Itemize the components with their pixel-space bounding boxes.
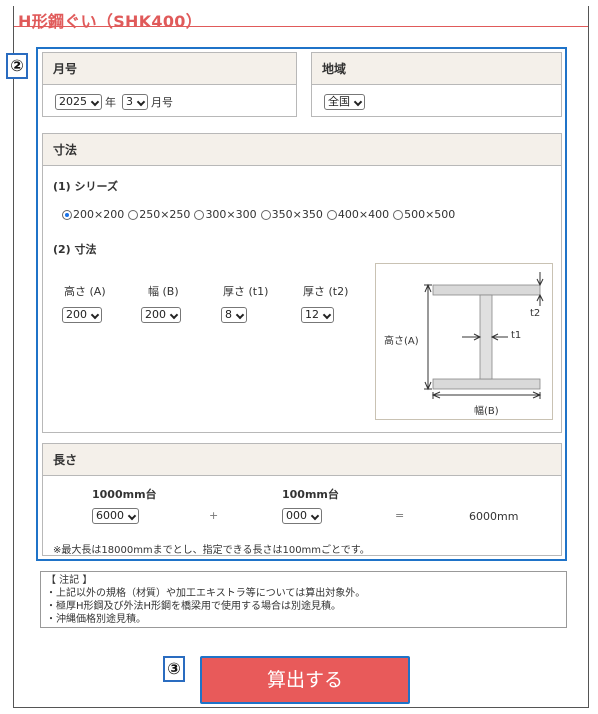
region-heading: 地域 (312, 53, 561, 85)
height-a-select[interactable]: 200 (62, 307, 102, 323)
region-panel: 地域 全国 (311, 52, 562, 117)
step-marker-3: ③ (163, 656, 185, 682)
page-title: H形鋼ぐい（SHK400） (18, 12, 203, 31)
radio-icon (128, 209, 139, 220)
thousands-label: 1000mm台 (92, 488, 157, 501)
series-option-300[interactable]: 300×300 (194, 208, 257, 221)
calculate-button[interactable]: 算出する (200, 656, 410, 704)
year-select[interactable]: 2025 (55, 94, 102, 110)
region-select[interactable]: 全国 (324, 94, 365, 110)
diagram-height-label: 高さ(A) (384, 336, 419, 347)
dims-label: (2) 寸法 (53, 243, 97, 256)
radio-icon (194, 209, 205, 220)
step-marker-2: ② (6, 53, 28, 79)
month-panel: 月号 2025 年 3 月号 (42, 52, 297, 117)
radio-icon (393, 209, 404, 220)
series-option-400[interactable]: 400×400 (326, 208, 389, 221)
thousands-select[interactable]: 6000 (92, 508, 139, 524)
note-item: ・沖縄価格別途見積。 (46, 614, 146, 625)
diagram-width-label: 幅(B) (474, 406, 499, 417)
size-heading: 寸法 (43, 134, 561, 166)
notes-box: 【 注記 】 ・上記以外の規格（材質）や加工エキストラ等については算出対象外。 … (40, 571, 567, 628)
series-option-250[interactable]: 250×250 (128, 208, 190, 221)
plus-sign: + (209, 509, 219, 522)
year-suffix: 年 (105, 96, 116, 109)
length-note: ※最大長は18000mmまでとし、指定できる長さは100mmごとです。 (53, 545, 370, 556)
series-label: (1) シリーズ (53, 180, 118, 193)
note-item: ・極厚H形鋼及び外法H形鋼を橋梁用で使用する場合は別途見積。 (46, 601, 342, 612)
radio-icon (326, 209, 337, 220)
note-item: ・上記以外の規格（材質）や加工エキストラ等については算出対象外。 (46, 588, 366, 599)
diagram-t1-label: t1 (511, 330, 522, 341)
equals-sign: = (395, 509, 405, 522)
month-heading: 月号 (43, 53, 296, 85)
thickness-t2-label: 厚さ (t2) (303, 285, 349, 298)
width-b-label: 幅 (B) (148, 285, 179, 298)
thickness-t1-label: 厚さ (t1) (223, 285, 269, 298)
hundreds-select[interactable]: 000 (282, 508, 322, 524)
diagram-t2-label: t2 (530, 308, 541, 319)
radio-selected-icon (62, 209, 72, 220)
radio-icon (260, 209, 271, 220)
notes-heading: 【 注記 】 (46, 575, 93, 586)
month-select[interactable]: 3 (122, 94, 148, 110)
length-heading: 長さ (43, 444, 561, 476)
series-option-500[interactable]: 500×500 (393, 208, 455, 221)
series-option-200[interactable]: 200×200 (62, 208, 124, 221)
thickness-t1-select[interactable]: 8 (221, 307, 247, 323)
width-b-select[interactable]: 200 (141, 307, 181, 323)
hundreds-label: 100mm台 (282, 488, 339, 501)
h-beam-diagram: 高さ(A) 幅(B) t1 t2 (375, 263, 553, 420)
series-radio-group: 200×200 250×250 300×300 350×350 400×400 … (62, 208, 455, 221)
height-a-label: 高さ (A) (64, 285, 106, 298)
series-option-350[interactable]: 350×350 (260, 208, 323, 221)
month-suffix: 月号 (151, 96, 173, 109)
length-result: 6000mm (469, 510, 519, 523)
thickness-t2-select[interactable]: 12 (301, 307, 334, 323)
title-divider (14, 26, 588, 27)
